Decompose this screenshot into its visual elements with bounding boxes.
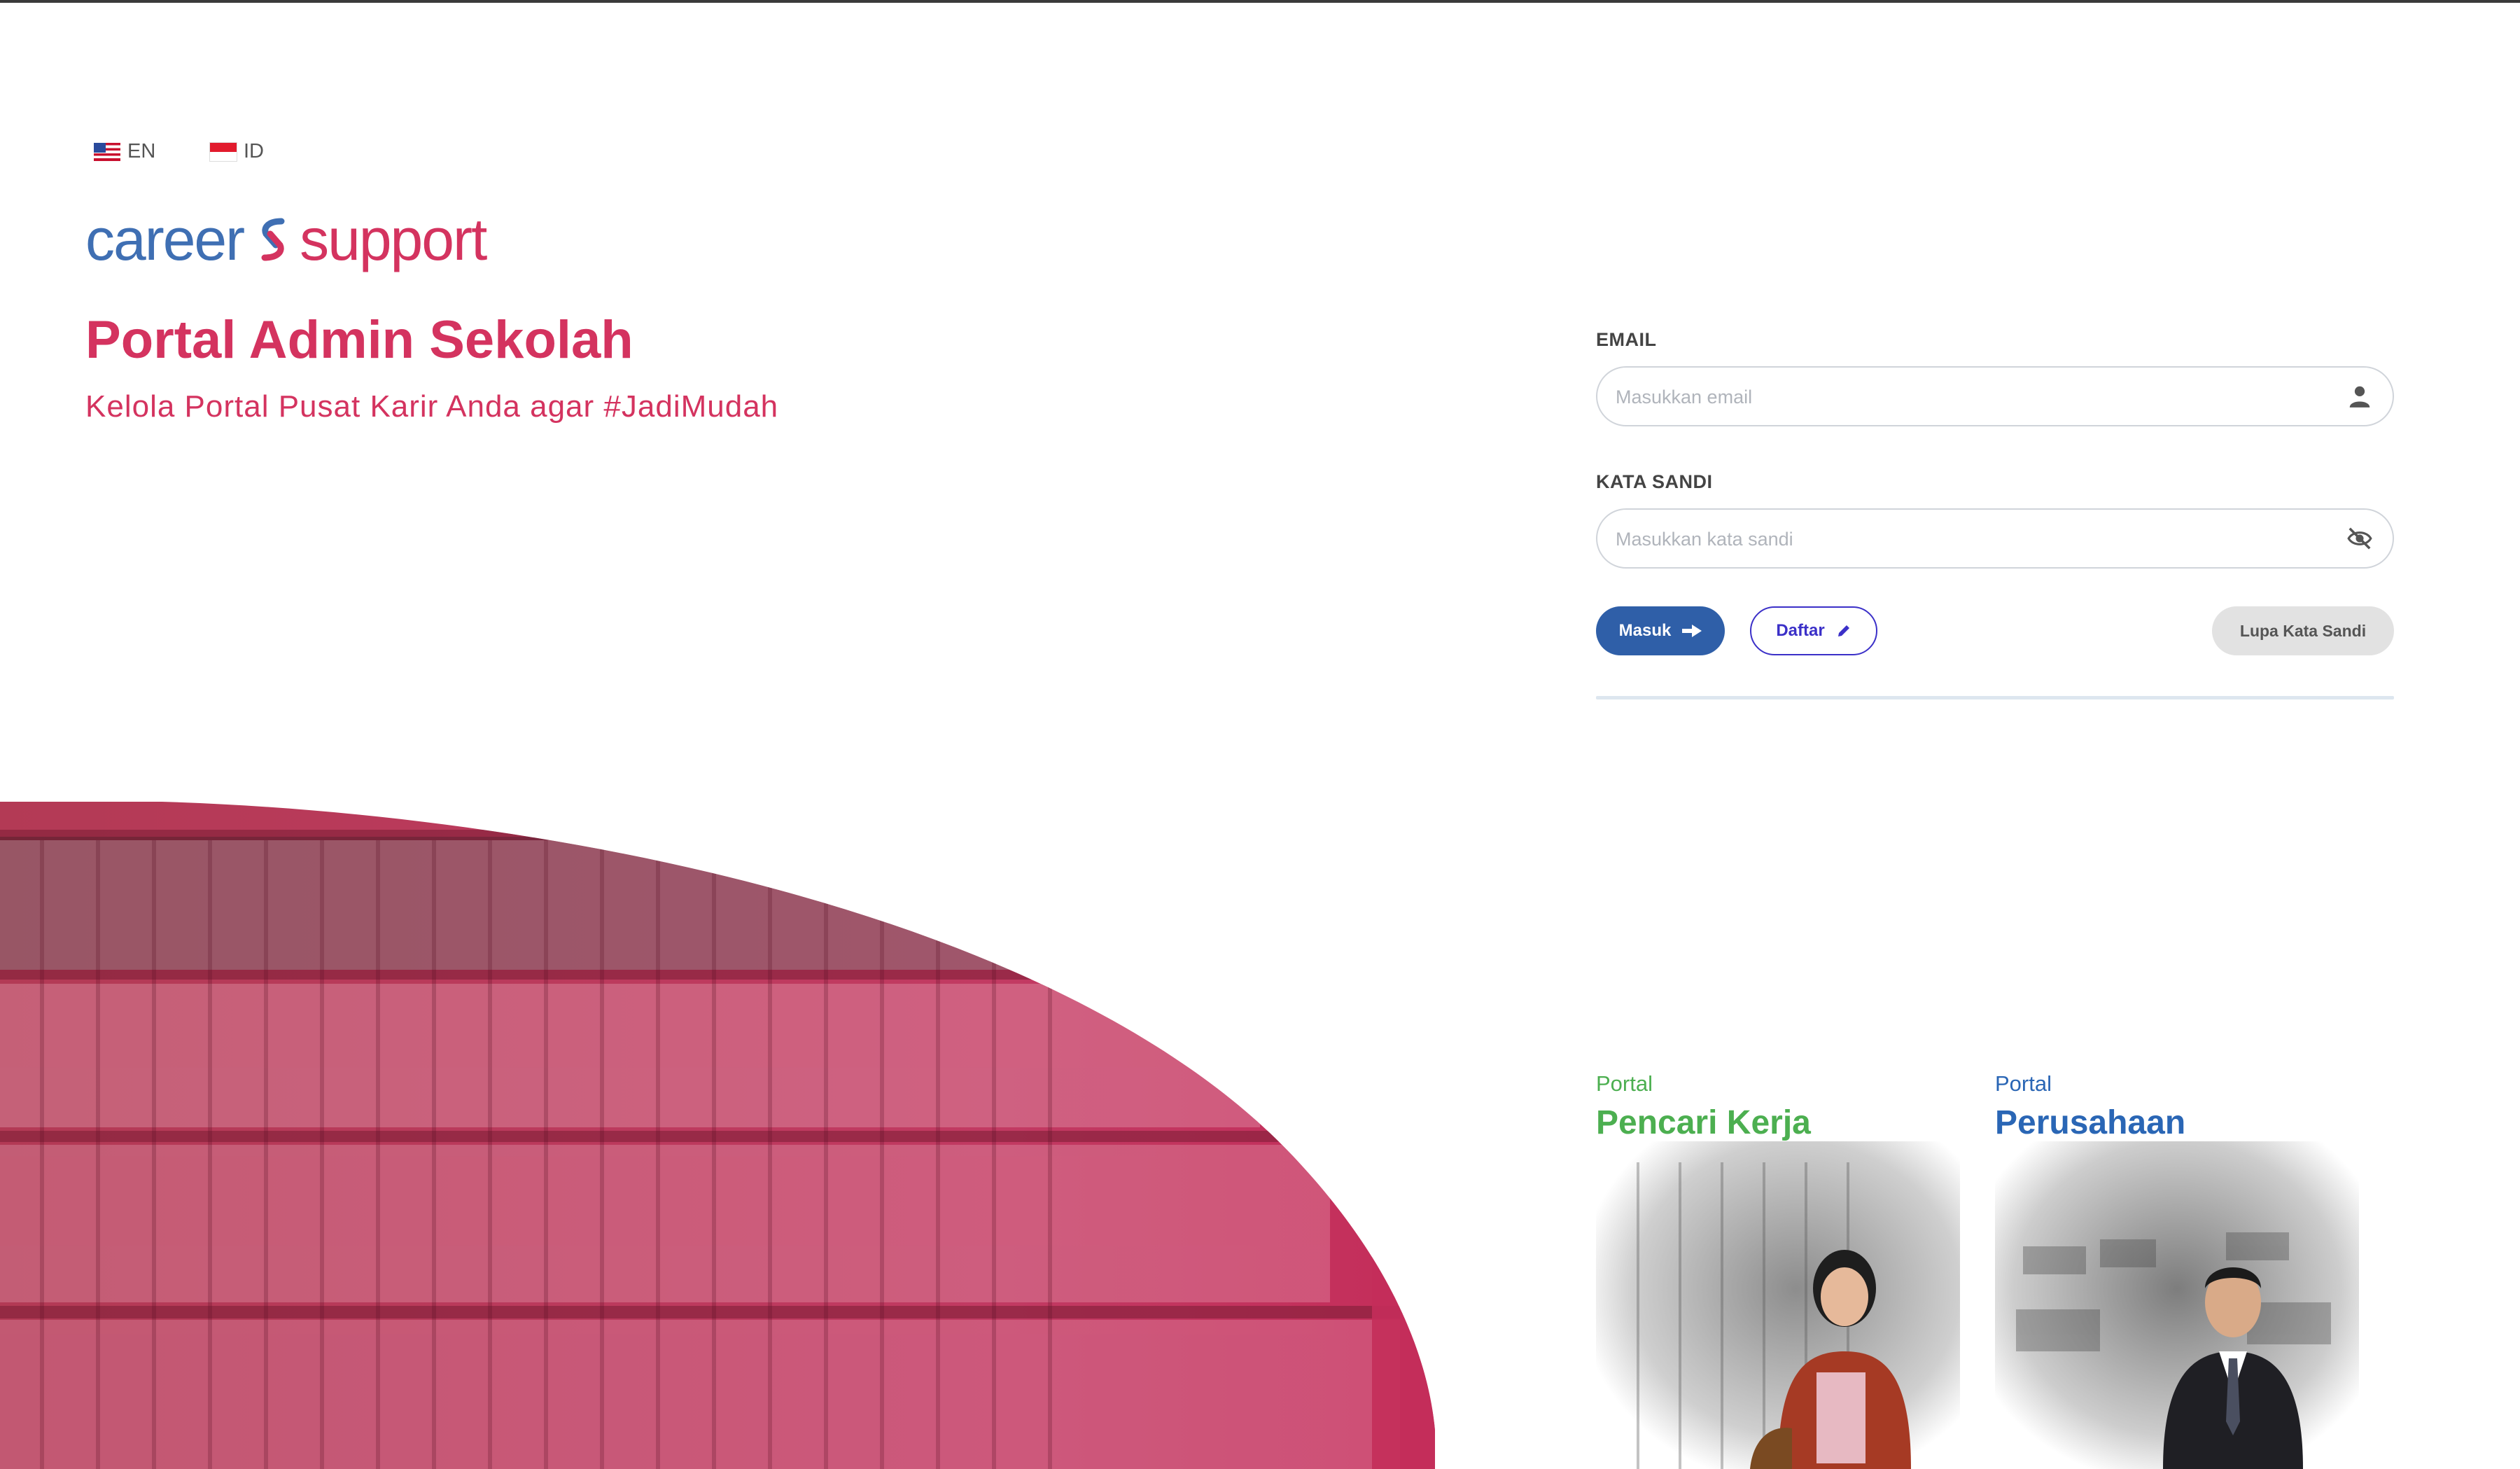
arrow-right-icon xyxy=(1682,625,1702,637)
form-actions: Masuk Daftar Lupa Kata Sandi xyxy=(1596,606,2394,660)
logo-word-support: support xyxy=(300,207,487,272)
login-button-label: Masuk xyxy=(1618,621,1672,640)
portal-job-seeker-card[interactable]: Portal Pencari Kerja xyxy=(1596,1071,1960,1469)
language-en-label: EN xyxy=(127,140,156,162)
login-form: EMAIL KATA SANDI Masuk Daftar xyxy=(1596,329,2394,699)
id-flag-icon xyxy=(209,141,237,162)
us-flag-icon xyxy=(94,142,120,161)
portal-company-title: Perusahaan xyxy=(1995,1104,2186,1141)
password-input[interactable] xyxy=(1614,510,2317,569)
portal-job-seeker-title: Pencari Kerja xyxy=(1596,1104,1811,1141)
pencil-icon xyxy=(1837,625,1849,636)
job-seeker-photo xyxy=(1596,1141,1960,1469)
top-border xyxy=(0,0,2520,3)
register-button-label: Daftar xyxy=(1776,621,1825,640)
register-button[interactable]: Daftar xyxy=(1750,606,1877,655)
career-support-logo: career support xyxy=(85,207,487,272)
forgot-password-label: Lupa Kata Sandi xyxy=(2239,621,2367,640)
language-id-label: ID xyxy=(244,140,264,162)
eye-off-icon[interactable] xyxy=(2346,525,2373,552)
logo-mark-icon xyxy=(261,218,285,261)
portal-company-kicker: Portal xyxy=(1995,1071,2052,1096)
logo-word-career: career xyxy=(85,207,245,272)
page-title: Portal Admin Sekolah xyxy=(85,310,634,370)
email-input[interactable] xyxy=(1614,368,2317,426)
email-label: EMAIL xyxy=(1596,329,1657,350)
user-icon xyxy=(2349,386,2370,408)
email-field-wrapper[interactable] xyxy=(1596,366,2394,426)
portal-job-seeker-kicker: Portal xyxy=(1596,1071,1653,1096)
company-photo xyxy=(1995,1141,2359,1469)
page-subtitle: Kelola Portal Pusat Karir Anda agar #Jad… xyxy=(85,389,779,424)
forgot-password-button[interactable]: Lupa Kata Sandi xyxy=(2212,606,2394,655)
language-en-option[interactable]: EN xyxy=(94,140,155,163)
portal-company-card[interactable]: Portal Perusahaan xyxy=(1995,1071,2359,1469)
password-field-wrapper[interactable] xyxy=(1596,508,2394,569)
library-hero-image xyxy=(0,802,1435,1469)
login-button[interactable]: Masuk xyxy=(1596,606,1725,655)
form-divider xyxy=(1596,696,2394,699)
password-label: KATA SANDI xyxy=(1596,471,1713,492)
language-id-option[interactable]: ID xyxy=(209,140,264,163)
